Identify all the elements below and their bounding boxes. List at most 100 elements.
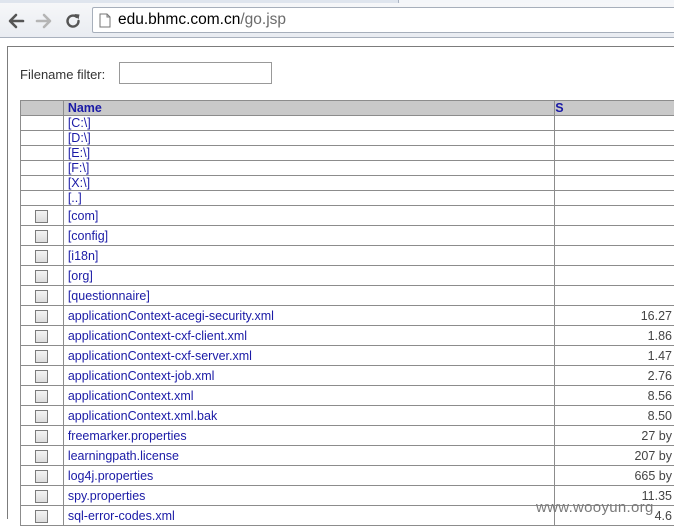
size-cell: 16.27: [555, 306, 674, 326]
drive-link[interactable]: [X:\]: [68, 176, 90, 190]
select-checkbox[interactable]: [35, 410, 48, 423]
select-checkbox[interactable]: [35, 330, 48, 343]
file-row: [questionnaire]: [21, 286, 674, 306]
file-row: applicationContext-acegi-security.xml 16.…: [21, 306, 674, 326]
file-link[interactable]: applicationContext-cxf-client.xml: [68, 329, 247, 343]
drive-row: [E:\]: [21, 146, 674, 161]
select-checkbox[interactable]: [35, 270, 48, 283]
file-link[interactable]: [i18n]: [68, 249, 99, 263]
select-checkbox[interactable]: [35, 310, 48, 323]
drive-row: [D:\]: [21, 131, 674, 146]
name-cell: learningpath.license: [63, 446, 554, 466]
drive-link[interactable]: [C:\]: [68, 116, 91, 130]
drive-blank-cell: [21, 131, 64, 146]
name-cell: freemarker.properties: [63, 426, 554, 446]
size-cell: 8.50: [555, 406, 674, 426]
file-row: [config]: [21, 226, 674, 246]
select-checkbox[interactable]: [35, 450, 48, 463]
name-cell: applicationContext-job.xml: [63, 366, 554, 386]
select-checkbox[interactable]: [35, 370, 48, 383]
drive-cell: [..]: [63, 191, 554, 206]
file-link[interactable]: freemarker.properties: [68, 429, 187, 443]
size-cell: [555, 226, 674, 246]
name-cell: spy.properties: [63, 486, 554, 506]
drive-size-cell: [555, 161, 674, 176]
select-cell: [21, 406, 64, 426]
drive-link[interactable]: [E:\]: [68, 146, 90, 160]
file-link[interactable]: spy.properties: [68, 489, 146, 503]
header-name[interactable]: Name: [63, 101, 554, 116]
select-checkbox[interactable]: [35, 250, 48, 263]
select-checkbox[interactable]: [35, 290, 48, 303]
file-row: applicationContext.xml8.56: [21, 386, 674, 406]
size-cell: [555, 266, 674, 286]
select-cell: [21, 466, 64, 486]
file-link[interactable]: applicationContext.xml.bak: [68, 409, 217, 423]
file-link[interactable]: [questionnaire]: [68, 289, 150, 303]
select-cell: [21, 366, 64, 386]
name-cell: sql-error-codes.xml: [63, 506, 554, 526]
size-cell: 1.86: [555, 326, 674, 346]
file-row: [com]: [21, 206, 674, 226]
select-checkbox[interactable]: [35, 430, 48, 443]
select-cell: [21, 306, 64, 326]
name-cell: log4j.properties: [63, 466, 554, 486]
file-row: applicationContext.xml.bak 8.50: [21, 406, 674, 426]
select-checkbox[interactable]: [35, 210, 48, 223]
back-arrow-icon: [7, 13, 25, 29]
select-checkbox[interactable]: [35, 470, 48, 483]
select-checkbox[interactable]: [35, 230, 48, 243]
filter-input[interactable]: [119, 62, 272, 84]
drive-link[interactable]: [D:\]: [68, 131, 91, 145]
name-cell: [i18n]: [63, 246, 554, 266]
drive-blank-cell: [21, 116, 64, 131]
drive-size-cell: [555, 116, 674, 131]
select-checkbox[interactable]: [35, 490, 48, 503]
name-cell: [config]: [63, 226, 554, 246]
select-cell: [21, 386, 64, 406]
drive-link[interactable]: [..]: [68, 191, 82, 205]
file-link[interactable]: log4j.properties: [68, 469, 153, 483]
drive-row: [C:\]: [21, 116, 674, 131]
select-checkbox[interactable]: [35, 390, 48, 403]
drive-row: [F:\]: [21, 161, 674, 176]
size-cell: 1.47: [555, 346, 674, 366]
file-link[interactable]: [config]: [68, 229, 108, 243]
file-link[interactable]: [com]: [68, 209, 99, 223]
file-row: learningpath.license207 by: [21, 446, 674, 466]
page-icon: [99, 13, 111, 33]
name-cell: [org]: [63, 266, 554, 286]
forward-button[interactable]: [32, 9, 56, 33]
file-link[interactable]: applicationContext.xml: [68, 389, 194, 403]
file-table: Name S [C:\][D:\][E:\][F:\][X:\][..] [com…: [20, 100, 674, 526]
address-bar[interactable]: edu.bhmc.com.cn/go.jsp: [92, 7, 674, 33]
drive-cell: [D:\]: [63, 131, 554, 146]
file-row: log4j.properties665 by: [21, 466, 674, 486]
size-cell: 2.76: [555, 366, 674, 386]
file-link[interactable]: sql-error-codes.xml: [68, 509, 175, 523]
file-link[interactable]: [org]: [68, 269, 93, 283]
drive-link[interactable]: [F:\]: [68, 161, 90, 175]
reload-icon: [64, 12, 82, 30]
table-header: Name S: [21, 101, 674, 116]
select-cell: [21, 506, 64, 526]
drive-size-cell: [555, 146, 674, 161]
file-row: [org]: [21, 266, 674, 286]
file-link[interactable]: applicationContext-acegi-security.xml: [68, 309, 274, 323]
browser-toolbar: edu.bhmc.com.cn/go.jsp: [0, 3, 674, 38]
select-cell: [21, 426, 64, 446]
drive-size-cell: [555, 131, 674, 146]
name-cell: applicationContext.xml: [63, 386, 554, 406]
file-link[interactable]: learningpath.license: [68, 449, 179, 463]
back-button[interactable]: [4, 9, 28, 33]
header-size[interactable]: S: [555, 101, 674, 116]
select-cell: [21, 226, 64, 246]
file-link[interactable]: applicationContext-job.xml: [68, 369, 215, 383]
name-cell: [com]: [63, 206, 554, 226]
file-link[interactable]: applicationContext-cxf-server.xml: [68, 349, 252, 363]
select-checkbox[interactable]: [35, 350, 48, 363]
file-row: applicationContext-job.xml 2.76: [21, 366, 674, 386]
select-checkbox[interactable]: [35, 510, 48, 523]
reload-button[interactable]: [61, 9, 85, 33]
drive-blank-cell: [21, 191, 64, 206]
